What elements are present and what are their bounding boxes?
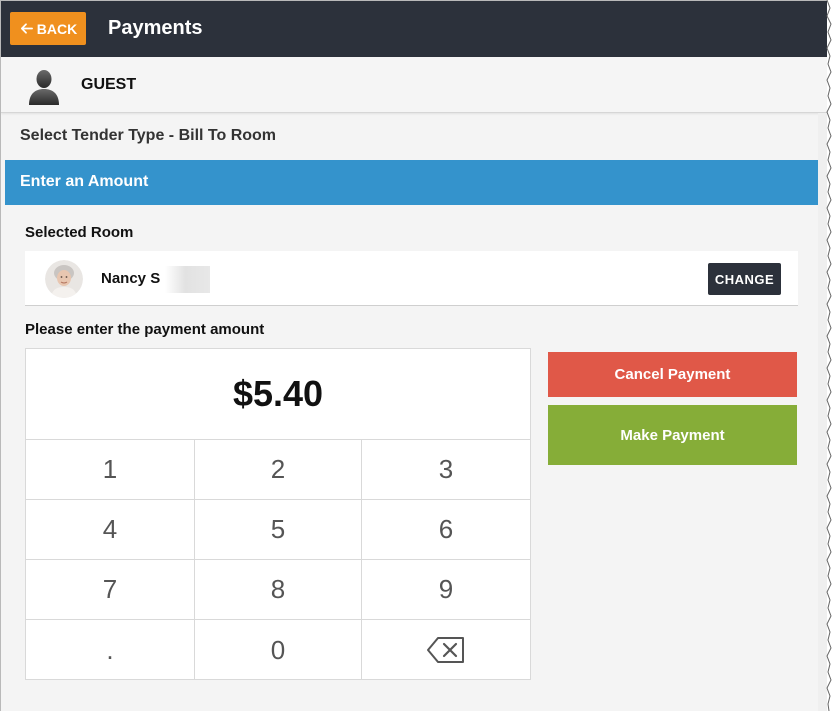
backspace-key[interactable]	[362, 620, 530, 680]
key-3[interactable]: 3	[362, 440, 530, 500]
torn-edge-decoration	[826, 0, 832, 711]
key-8[interactable]: 8	[195, 560, 362, 620]
resident-name: Nancy S	[101, 270, 161, 287]
enter-amount-banner: Enter an Amount	[5, 160, 820, 205]
change-room-button[interactable]: CHANGE	[708, 263, 781, 295]
arrow-left-icon	[20, 23, 33, 34]
cancel-payment-button[interactable]: Cancel Payment	[548, 352, 797, 397]
guest-bar: GUEST	[1, 57, 827, 113]
header-bar: BACK Payments	[1, 1, 827, 57]
key-4[interactable]: 4	[26, 500, 195, 560]
payment-amount-prompt: Please enter the payment amount	[25, 321, 265, 338]
key-2[interactable]: 2	[195, 440, 362, 500]
key-9[interactable]: 9	[362, 560, 530, 620]
key-decimal[interactable]: .	[26, 620, 195, 680]
key-5[interactable]: 5	[195, 500, 362, 560]
redacted-text	[165, 266, 210, 293]
backspace-icon	[427, 637, 464, 663]
resident-avatar	[45, 260, 83, 298]
make-payment-button[interactable]: Make Payment	[548, 405, 797, 465]
tender-type-label: Select Tender Type - Bill To Room	[20, 127, 277, 144]
back-label: BACK	[36, 20, 78, 37]
selected-room-card: Nancy S CHANGE	[25, 251, 798, 306]
amount-display: $5.40	[26, 349, 530, 440]
key-1[interactable]: 1	[26, 440, 195, 500]
app-window: BACK Payments GUEST Select Tender Type -…	[0, 0, 827, 711]
guest-name: GUEST	[81, 76, 137, 93]
person-silhouette-icon	[29, 70, 59, 105]
selected-room-label: Selected Room	[25, 224, 134, 241]
key-7[interactable]: 7	[26, 560, 195, 620]
numeric-keypad: $5.40 1 2 3 4 5 6 7 8 9 . 0	[25, 348, 531, 680]
page-title: Payments	[108, 17, 203, 39]
back-button[interactable]: BACK	[10, 12, 86, 45]
key-6[interactable]: 6	[362, 500, 530, 560]
key-0[interactable]: 0	[195, 620, 362, 680]
enter-amount-label: Enter an Amount	[20, 173, 149, 190]
